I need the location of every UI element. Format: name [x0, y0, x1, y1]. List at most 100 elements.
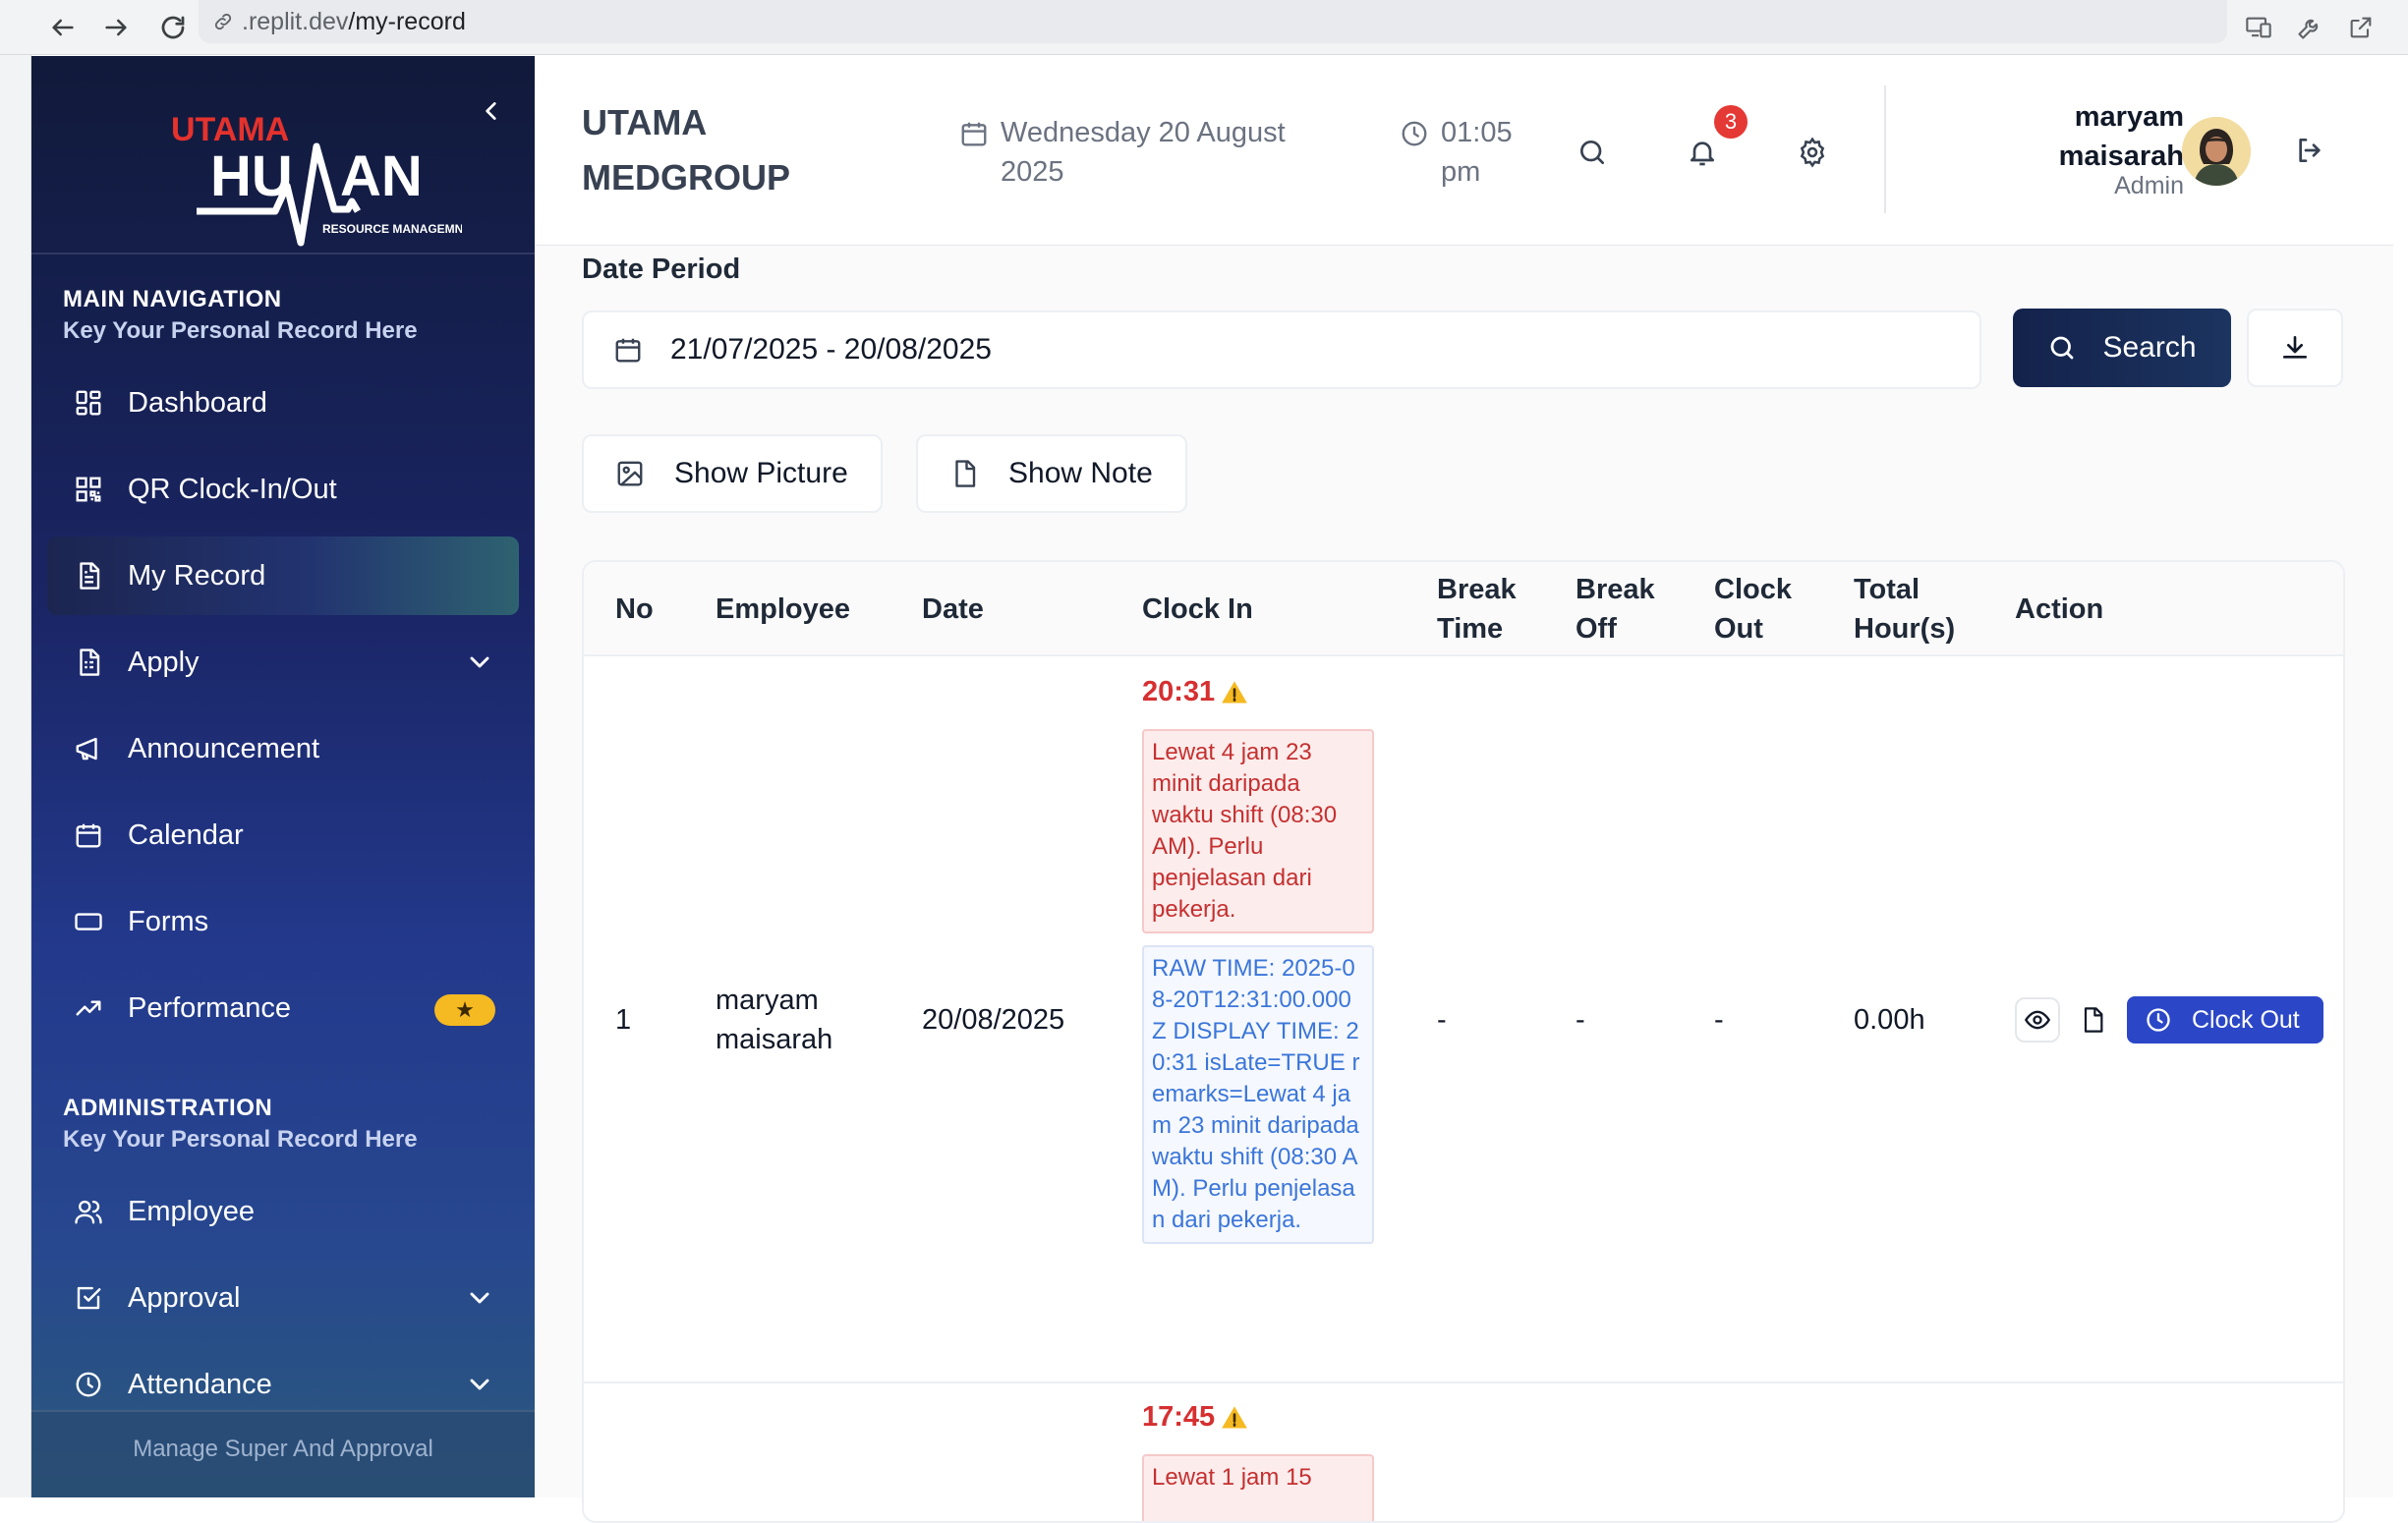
forward-arrow-icon[interactable]	[96, 8, 136, 47]
col-no: No	[615, 593, 654, 625]
svg-text:RESOURCE MANAGEMNET: RESOURCE MANAGEMNET	[322, 222, 462, 236]
row2-clock-in-time: 17:45	[1142, 1401, 1248, 1434]
calendar-icon	[71, 818, 106, 853]
row1-clock-in-value: 20:31	[1142, 676, 1216, 707]
row1-raw-note: RAW TIME: 2025-08-20T12:31:00.000Z DISPL…	[1142, 945, 1374, 1244]
search-icon	[2051, 336, 2074, 360]
view-eye-button[interactable]	[2015, 997, 2060, 1043]
sidebar-item-apply[interactable]: Apply	[47, 623, 519, 702]
form-icon	[71, 904, 106, 939]
link-icon	[212, 11, 234, 32]
clock-icon	[71, 1367, 106, 1402]
current-date: Wednesday 20 August 2025	[1001, 117, 1286, 188]
eye-icon	[2024, 1010, 2051, 1030]
calendar-icon	[613, 335, 643, 365]
main-content: Date Period 21/07/2025 - 20/08/2025 Sear…	[535, 246, 2393, 1523]
main-navigation-subtitle: Key Your Personal Record Here	[63, 317, 418, 344]
sidebar-item-label: Attendance	[128, 1368, 272, 1400]
company-name: UTAMA MEDGROUP	[582, 102, 791, 197]
row1-total-hours: 0.00h	[1854, 1004, 1925, 1036]
url-text: .replit.dev/my-record	[242, 8, 466, 36]
open-external-icon[interactable]	[2341, 8, 2380, 47]
header-date: Wednesday 20 August 2025	[959, 113, 1354, 192]
row1-date: 20/08/2025	[922, 1004, 1065, 1036]
search-button[interactable]: Search	[2013, 309, 2231, 387]
sidebar-item-my-record[interactable]: My Record	[47, 536, 519, 615]
main-navigation-title: MAIN NAVIGATION	[63, 286, 282, 312]
sidebar-footer-text[interactable]: Manage Super And Approval	[31, 1436, 535, 1463]
clock-out-label: Clock Out	[2192, 1005, 2300, 1034]
sidebar-item-label: Calendar	[128, 818, 244, 851]
sidebar-item-label: Employee	[128, 1195, 255, 1227]
url-host: .replit.dev	[242, 7, 349, 35]
col-break-time: Break Time	[1437, 574, 1517, 645]
company-logo: UTAMA HU AN RESOURCE MANAGEMNET	[138, 85, 462, 272]
header-divider	[1884, 85, 1886, 213]
url-path: /my-record	[348, 7, 466, 35]
show-picture-label: Show Picture	[674, 457, 848, 489]
row1-late-note: Lewat 4 jam 23 minit daripada waktu shif…	[1142, 729, 1374, 933]
dashboard-icon	[71, 385, 106, 421]
bell-icon[interactable]	[1683, 133, 1722, 172]
chevron-down-icon	[470, 1292, 489, 1304]
date-range-input[interactable]: 21/07/2025 - 20/08/2025	[582, 310, 1981, 389]
warning-icon	[1222, 680, 1248, 703]
chevron-down-icon	[470, 656, 489, 668]
sidebar-divider	[31, 253, 535, 254]
notification-count-badge: 3	[1714, 105, 1748, 139]
address-bar[interactable]: .replit.dev/my-record	[199, 0, 2227, 43]
collapse-sidebar-chevron-left-icon[interactable]	[472, 91, 511, 131]
sidebar-item-qr-clock[interactable]: QR Clock-In/Out	[47, 450, 519, 529]
image-icon	[617, 461, 643, 486]
user-role: Admin	[2114, 172, 2184, 199]
avatar[interactable]	[2182, 117, 2251, 186]
back-arrow-icon[interactable]	[43, 8, 83, 47]
qr-code-icon	[71, 472, 106, 507]
logout-icon[interactable]	[2290, 131, 2329, 170]
document-icon	[71, 558, 106, 593]
sidebar-item-calendar[interactable]: Calendar	[47, 796, 519, 874]
device-toggle-icon[interactable]	[2239, 8, 2278, 47]
row2-clock-in-value: 17:45	[1142, 1401, 1216, 1433]
download-button[interactable]	[2247, 309, 2343, 387]
gear-icon[interactable]	[1793, 133, 1832, 172]
megaphone-icon	[71, 731, 106, 766]
show-note-button[interactable]: Show Note	[916, 434, 1187, 513]
show-note-label: Show Note	[1008, 457, 1153, 489]
row2-late-note: Lewat 1 jam 15	[1142, 1454, 1374, 1521]
sidebar-item-dashboard[interactable]: Dashboard	[47, 364, 519, 442]
sidebar-item-label: Forms	[128, 905, 209, 937]
window-left-edge	[0, 55, 31, 1497]
file-list-icon	[71, 645, 106, 680]
sidebar-item-announcement[interactable]: Announcement	[47, 709, 519, 788]
note-button[interactable]	[2070, 997, 2115, 1043]
col-date: Date	[922, 593, 984, 625]
sidebar: UTAMA HU AN RESOURCE MANAGEMNET MAIN NAV…	[31, 56, 535, 1497]
clock-out-button[interactable]: Clock Out	[2127, 996, 2323, 1044]
svg-text:UTAMA: UTAMA	[171, 111, 289, 148]
header-time: 01:05 pm	[1400, 113, 1519, 192]
sidebar-item-label: QR Clock-In/Out	[128, 473, 337, 505]
show-picture-button[interactable]: Show Picture	[582, 434, 883, 513]
wrench-icon[interactable]	[2290, 8, 2329, 47]
row-divider	[584, 1382, 2343, 1383]
sidebar-item-employee[interactable]: Employee	[47, 1172, 519, 1251]
row1-break-time: -	[1437, 1004, 1447, 1036]
col-employee: Employee	[716, 593, 850, 625]
col-clock-in: Clock In	[1142, 593, 1253, 625]
sidebar-item-performance[interactable]: Performance ★	[47, 969, 519, 1047]
file-icon	[2084, 1007, 2103, 1033]
col-total-hours: Total Hour(s)	[1854, 574, 1956, 645]
user-name[interactable]: maryam maisarah	[1950, 97, 2184, 176]
sidebar-item-forms[interactable]: Forms	[47, 882, 519, 961]
sidebar-item-approval[interactable]: Approval	[47, 1259, 519, 1337]
calendar-icon	[959, 119, 989, 192]
sidebar-item-label: Performance	[128, 991, 292, 1024]
col-clock-out: Clock Out	[1714, 574, 1792, 645]
reload-icon[interactable]	[153, 8, 193, 47]
file-icon	[955, 460, 976, 487]
row1-employee: maryam maisarah	[716, 985, 833, 1055]
top-header: UTAMA MEDGROUP Wednesday 20 August 2025 …	[535, 56, 2393, 246]
date-period-label: Date Period	[582, 254, 741, 285]
search-icon[interactable]	[1573, 133, 1612, 172]
